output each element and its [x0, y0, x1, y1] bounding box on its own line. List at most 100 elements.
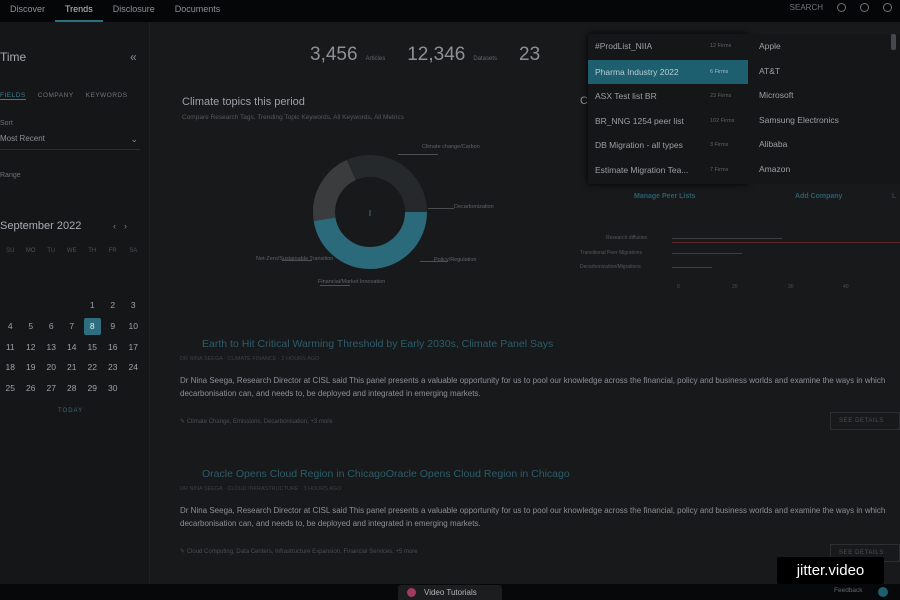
link-icon: ✎ — [180, 549, 187, 555]
calendar-day[interactable]: 11 — [0, 336, 21, 357]
calendar-day[interactable]: 22 — [82, 357, 103, 378]
sidebar-title: Time — [0, 50, 27, 64]
calendar-day[interactable]: 27 — [41, 378, 62, 399]
stats-row: 3,456 Articles 12,346 Datasets 23 — [310, 44, 540, 66]
notification-icon[interactable] — [837, 3, 846, 12]
sidebar-tabs: FIELDS COMPANY KEYWORDS — [0, 92, 128, 100]
calendar-day[interactable]: 18 — [0, 357, 21, 378]
calendar-day-selected[interactable]: 8 — [83, 317, 101, 335]
article-title[interactable]: Oracle Opens Cloud Region in ChicagoOrac… — [202, 468, 570, 480]
calendar-day[interactable]: 5 — [21, 316, 42, 337]
calendar-day[interactable]: 10 — [123, 316, 144, 337]
video-tutorials-button[interactable]: Video Tutorials — [398, 585, 502, 600]
peer-list-item[interactable]: Estimate Migration Tea... 7 Firms — [588, 158, 748, 182]
annotation-line — [428, 208, 454, 209]
panel-heading: C — [580, 95, 588, 107]
peer-list-count: 6 Firms — [710, 69, 729, 75]
calendar-day — [0, 295, 21, 316]
peer-list-item[interactable]: DB Migration - all types 3 Firms — [588, 133, 748, 157]
calendar-day[interactable]: 25 — [0, 378, 21, 399]
calendar-year: 2022 — [56, 220, 82, 232]
company-item[interactable]: Samsung Electronics — [759, 115, 839, 125]
calendar-day[interactable]: 7 — [62, 316, 83, 337]
profile-icon[interactable] — [883, 3, 892, 12]
annotation-label: Policy/Regulation — [434, 257, 477, 263]
peer-list-item-selected[interactable]: Pharma Industry 2022 6 Firms — [588, 60, 748, 84]
calendar-day[interactable]: 6 — [41, 316, 62, 337]
calendar-day[interactable]: 23 — [103, 357, 124, 378]
settings-icon[interactable] — [860, 3, 869, 12]
article-title[interactable]: Earth to Hit Critical Warming Threshold … — [202, 338, 553, 350]
peer-list-item[interactable]: #ProdList_NIIA 12 Firms — [588, 34, 748, 58]
calendar-day[interactable]: 28 — [62, 378, 83, 399]
see-details-button[interactable]: SEE DETAILS — [830, 412, 900, 430]
calendar-day[interactable]: 12 — [21, 336, 42, 357]
article-body: Dr Nina Seega, Research Director at CISL… — [180, 376, 886, 398]
article-tag-list: Climate Change, Emissions, Decarbonisati… — [186, 419, 333, 425]
tab-trends[interactable]: Trends — [55, 0, 103, 22]
annotation-label: Net-Zero/Sustainable Transition — [256, 256, 334, 262]
next-month-icon[interactable]: › — [124, 221, 135, 231]
peer-list-name: Estimate Migration Tea... — [595, 165, 689, 175]
calendar-day[interactable]: 17 — [123, 336, 144, 357]
sidebar: Time « FIELDS COMPANY KEYWORDS Sort Most… — [0, 22, 150, 584]
prev-month-icon[interactable]: ‹ — [113, 221, 124, 231]
calendar-day[interactable]: 1 — [82, 295, 103, 316]
peer-list-name: ASX Test list BR — [595, 91, 657, 101]
donut-chart — [310, 152, 430, 272]
calendar-day[interactable]: 30 — [103, 378, 124, 399]
company-item[interactable]: AT&T — [759, 66, 780, 76]
calendar-day[interactable]: 20 — [41, 357, 62, 378]
stat-label: Datasets — [473, 56, 498, 62]
tab-documents[interactable]: Documents — [165, 0, 231, 22]
scrollbar[interactable] — [891, 34, 896, 50]
watermark: jitter.video — [777, 557, 884, 584]
axis-tick: 30 — [788, 284, 794, 290]
company-item[interactable]: Apple — [759, 41, 781, 51]
sidebar-tab-company[interactable]: COMPANY — [38, 92, 74, 100]
peer-list-dropdown: #ProdList_NIIA 12 Firms Pharma Industry 2… — [588, 34, 748, 184]
tab-disclosure[interactable]: Disclosure — [103, 0, 165, 22]
stat-value: 12,346 — [407, 44, 466, 65]
calendar-day[interactable]: 9 — [103, 316, 124, 337]
feedback-icon[interactable] — [878, 587, 888, 597]
peer-list-item[interactable]: BR_NNG 1254 peer list 102 Firms — [588, 109, 748, 133]
video-icon — [407, 588, 416, 597]
video-tutorials-label: Video Tutorials — [424, 588, 477, 597]
calendar-day[interactable]: 24 — [123, 357, 144, 378]
sidebar-tab-fields[interactable]: FIELDS — [0, 92, 26, 100]
peer-list-count: 12 Firms — [710, 43, 732, 49]
climate-topics-card: Climate topics this period Compare Resea… — [172, 82, 572, 302]
bar — [672, 267, 712, 268]
collapse-icon[interactable]: « — [130, 50, 137, 64]
calendar-day[interactable]: 14 — [62, 336, 83, 357]
link-icon: ✎ — [180, 419, 187, 425]
calendar-day[interactable]: 15 — [82, 336, 103, 357]
calendar-day[interactable]: 13 — [41, 336, 62, 357]
company-item[interactable]: Alibaba — [759, 139, 787, 149]
calendar-day[interactable]: 29 — [82, 378, 103, 399]
calendar-day[interactable]: 3 — [123, 295, 144, 316]
calendar-day[interactable]: 21 — [62, 357, 83, 378]
calendar-day[interactable]: 19 — [21, 357, 42, 378]
sort-select[interactable]: Most Recent ⌄ — [0, 134, 140, 150]
donut-svg — [313, 155, 427, 269]
calendar-day[interactable]: 26 — [21, 378, 42, 399]
calendar-month: September — [0, 220, 54, 232]
tab-discover[interactable]: Discover — [0, 0, 55, 22]
company-item[interactable]: Microsoft — [759, 90, 793, 100]
calendar-day[interactable]: 16 — [103, 336, 124, 357]
feedback-label[interactable]: Feedback — [834, 587, 863, 594]
today-button[interactable]: TODAY — [58, 408, 83, 414]
calendar-day[interactable]: 4 — [0, 316, 21, 337]
calendar-nav: ‹› — [113, 221, 135, 231]
chevron-down-icon: ⌄ — [130, 134, 138, 144]
calendar-day[interactable]: 2 — [103, 295, 124, 316]
add-company-link[interactable]: Add Company — [795, 193, 842, 200]
search-input[interactable]: SEARCH — [790, 3, 823, 12]
annotation-label: Decarbonization — [454, 204, 494, 210]
company-item[interactable]: Amazon — [759, 164, 790, 174]
manage-peer-lists-link[interactable]: Manage Peer Lists — [634, 193, 695, 200]
sidebar-tab-keywords[interactable]: KEYWORDS — [86, 92, 128, 100]
peer-list-item[interactable]: ASX Test list BR 23 Firms — [588, 84, 748, 108]
